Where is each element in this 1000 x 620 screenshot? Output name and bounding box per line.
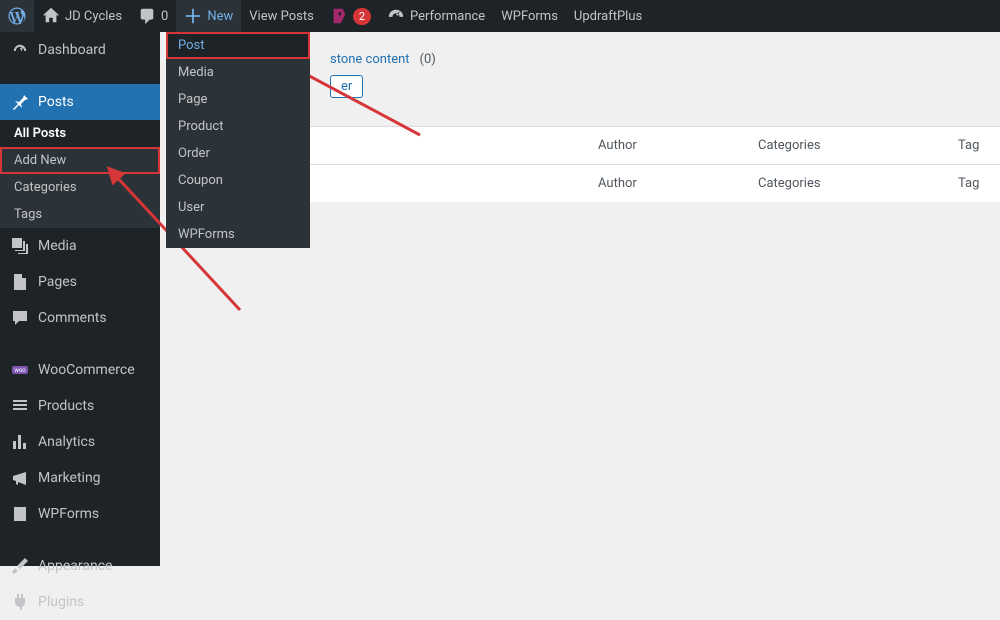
menu-marketing[interactable]: Marketing [0, 460, 160, 496]
cell-categories: Categories [750, 165, 950, 203]
dd-post[interactable]: Post [166, 32, 310, 59]
dashboard-icon [10, 40, 30, 60]
pages-label: Pages [38, 274, 77, 290]
comments-count: 0 [161, 9, 168, 24]
submenu-tags[interactable]: Tags [0, 201, 160, 228]
yoast-icon [330, 7, 348, 25]
view-posts-item[interactable]: View Posts [241, 0, 322, 32]
posts-submenu: All Posts Add New Categories Tags [0, 120, 160, 228]
appearance-label: Appearance [38, 558, 112, 574]
menu-dashboard[interactable]: Dashboard [0, 32, 160, 68]
megaphone-icon [10, 468, 30, 488]
woo-icon: woo [10, 360, 30, 380]
admin-bar: JD Cycles 0 New View Posts 2 Performance… [0, 0, 1000, 32]
yoast-badge: 2 [353, 8, 371, 25]
comments-icon [10, 308, 30, 328]
dd-order[interactable]: Order [166, 140, 310, 167]
plug-icon [10, 592, 30, 612]
filter-count: (0) [420, 52, 436, 67]
cell-tags: Tag [950, 165, 1000, 203]
filter-row: stone content (0) [330, 52, 1000, 67]
chart-icon [10, 432, 30, 452]
yoast-item[interactable]: 2 [322, 0, 379, 32]
site-name-label: JD Cycles [65, 9, 122, 24]
comments-item[interactable]: 0 [130, 0, 176, 32]
submenu-categories[interactable]: Categories [0, 174, 160, 201]
menu-media[interactable]: Media [0, 228, 160, 264]
wpforms-item[interactable]: WPForms [493, 0, 566, 32]
menu-appearance[interactable]: Appearance [0, 548, 160, 584]
submenu-add-new[interactable]: Add New [0, 147, 160, 174]
dd-media[interactable]: Media [166, 59, 310, 86]
submenu-all-posts[interactable]: All Posts [0, 120, 160, 147]
dd-wpforms[interactable]: WPForms [166, 221, 310, 248]
dashboard-label: Dashboard [38, 42, 106, 58]
new-menu-item[interactable]: New [176, 0, 241, 32]
menu-plugins[interactable]: Plugins [0, 584, 160, 620]
col-categories[interactable]: Categories [750, 127, 950, 165]
filter-text[interactable]: stone content [330, 52, 410, 67]
col-tags[interactable]: Tag [950, 127, 1000, 165]
pin-icon [10, 92, 30, 112]
comment-icon [138, 7, 156, 25]
products-label: Products [38, 398, 94, 414]
dd-user[interactable]: User [166, 194, 310, 221]
page-icon [10, 272, 30, 292]
dd-page[interactable]: Page [166, 86, 310, 113]
cell-author: Author [590, 165, 750, 203]
updraft-label: UpdraftPlus [574, 9, 642, 24]
woocommerce-label: WooCommerce [38, 362, 135, 378]
new-label: New [207, 9, 233, 24]
menu-products[interactable]: Products [0, 388, 160, 424]
menu-comments[interactable]: Comments [0, 300, 160, 336]
performance-label: Performance [410, 9, 485, 24]
new-dropdown: Post Media Page Product Order Coupon Use… [166, 32, 310, 248]
wp-logo-item[interactable] [0, 0, 34, 32]
col-author[interactable]: Author [590, 127, 750, 165]
comments-label: Comments [38, 310, 107, 326]
media-label: Media [38, 238, 77, 254]
svg-text:woo: woo [14, 367, 26, 374]
menu-wpforms[interactable]: WPForms [0, 496, 160, 532]
brush-icon [10, 556, 30, 576]
dd-coupon[interactable]: Coupon [166, 167, 310, 194]
view-posts-label: View Posts [249, 9, 314, 24]
marketing-label: Marketing [38, 470, 101, 486]
admin-sidebar: Dashboard Posts All Posts Add New Catego… [0, 32, 160, 566]
home-icon [42, 7, 60, 25]
plus-icon [184, 7, 202, 25]
dd-product[interactable]: Product [166, 113, 310, 140]
filter-apply-button[interactable]: er [330, 75, 363, 98]
site-name-item[interactable]: JD Cycles [34, 0, 130, 32]
menu-analytics[interactable]: Analytics [0, 424, 160, 460]
wpforms-label: WPForms [501, 9, 558, 24]
menu-woocommerce[interactable]: woo WooCommerce [0, 352, 160, 388]
wordpress-icon [8, 7, 26, 25]
performance-item[interactable]: Performance [379, 0, 493, 32]
analytics-label: Analytics [38, 434, 95, 450]
posts-label: Posts [38, 94, 74, 110]
plugins-label: Plugins [38, 594, 84, 610]
wpforms-sidebar-label: WPForms [38, 506, 99, 522]
menu-posts[interactable]: Posts [0, 84, 160, 120]
updraft-item[interactable]: UpdraftPlus [566, 0, 650, 32]
gauge-icon [387, 7, 405, 25]
menu-pages[interactable]: Pages [0, 264, 160, 300]
form-icon [10, 504, 30, 524]
products-icon [10, 396, 30, 416]
media-icon [10, 236, 30, 256]
